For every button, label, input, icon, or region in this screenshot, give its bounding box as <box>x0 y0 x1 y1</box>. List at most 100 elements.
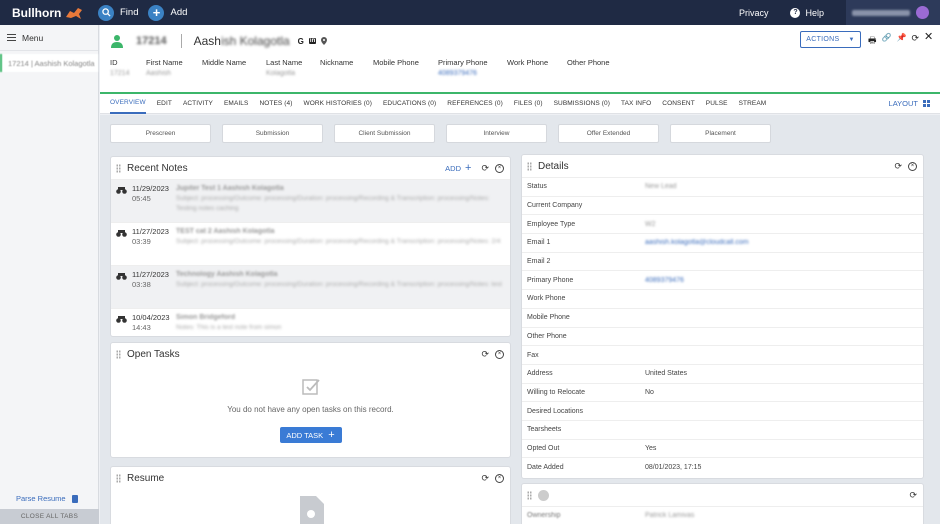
tab-edit[interactable]: EDIT <box>157 94 172 114</box>
binoculars-icon <box>116 187 127 194</box>
refresh-icon[interactable]: ⟳ <box>894 161 902 172</box>
tab-files[interactable]: FILES (0) <box>514 94 543 114</box>
details-card: Details ⟳ × Status New Lead Current Compan… <box>521 154 924 479</box>
list-item[interactable]: 11/27/2023 03:39 TEST cat 2 Aashish Kolag… <box>111 222 510 265</box>
print-icon[interactable]: 🖶 <box>868 33 877 49</box>
add-task-label: ADD TASK <box>286 430 324 440</box>
tab-tax-info[interactable]: TAX INFO <box>621 94 651 114</box>
plus-icon: + <box>465 162 472 174</box>
note-text: Notes: This is a test note from simon <box>176 324 282 331</box>
open-tasks-card: Open Tasks ⟳ × You do not have any open … <box>110 342 511 458</box>
no-tasks-message: You do not have any open tasks on this r… <box>227 405 394 414</box>
stage-client-submission[interactable]: Client Submission <box>334 124 435 143</box>
open-tasks-title: Open Tasks <box>127 348 180 360</box>
close-icon[interactable]: ✕ <box>924 32 933 49</box>
privacy-link[interactable]: Privacy <box>739 8 769 18</box>
add-task-button[interactable]: ADD TASK + <box>279 427 342 443</box>
user-menu[interactable] <box>846 0 940 25</box>
stage-submission[interactable]: Submission <box>222 124 323 143</box>
field-label: Middle Name <box>202 58 247 67</box>
pin-icon[interactable]: 📌 <box>896 33 906 49</box>
note-header: TEST cat 2 Aashish Kolagotla <box>176 228 275 235</box>
drag-handle-icon[interactable] <box>116 473 121 483</box>
primary-phone-link[interactable]: 4089379476 <box>438 70 507 77</box>
stage-placement[interactable]: Placement <box>670 124 771 143</box>
tab-references[interactable]: REFERENCES (0) <box>447 94 503 114</box>
ownership-card: ⟳ Ownership Patrick Lamivas <box>521 483 924 524</box>
tab-submissions[interactable]: SUBMISSIONS (0) <box>554 94 610 114</box>
tab-consent[interactable]: CONSENT <box>662 94 694 114</box>
detail-row: Employee Type W2 <box>522 214 923 233</box>
add-note-button[interactable]: ADD + <box>445 162 471 174</box>
detail-label: Email 1 <box>527 239 551 247</box>
close-all-tabs-button[interactable]: CLOSE ALL TABS <box>0 509 99 524</box>
add-label: Add <box>170 7 188 18</box>
refresh-icon[interactable]: ⟳ <box>481 163 489 174</box>
plus-icon: + <box>148 4 165 21</box>
location-pin-icon[interactable] <box>321 37 328 45</box>
google-icon[interactable]: G <box>298 37 304 46</box>
note-time: 03:38 <box>132 280 151 289</box>
linkedin-icon[interactable]: in <box>308 38 317 44</box>
help-button[interactable]: ? Help <box>790 7 824 18</box>
bullhorn-logo[interactable]: Bullhorn <box>0 5 98 21</box>
find-label: Find <box>120 7 139 18</box>
list-item[interactable]: 11/29/2023 05:45 Jupiter Test 1 Aashish K… <box>111 179 510 222</box>
detail-label: Other Phone <box>527 332 567 340</box>
note-date: 11/27/2023 <box>132 270 169 279</box>
drag-handle-icon[interactable] <box>116 349 121 359</box>
drag-handle-icon[interactable] <box>527 490 532 500</box>
add-button[interactable]: + Add <box>148 4 188 21</box>
bull-logo-icon <box>66 7 83 19</box>
refresh-icon[interactable]: ⟳ <box>911 33 919 49</box>
detail-row: Primary Phone 4089379476 <box>522 270 923 289</box>
drag-handle-icon[interactable] <box>527 161 532 171</box>
field-value: Kolagotla <box>266 70 296 77</box>
close-circle-icon[interactable]: × <box>908 161 917 171</box>
tab-work-histories[interactable]: WORK HISTORIES (0) <box>304 94 373 114</box>
field-value <box>320 70 373 77</box>
layout-button[interactable]: LAYOUT <box>889 99 930 108</box>
detail-label: Tearsheets <box>527 426 562 434</box>
record-tabs: OVERVIEW EDIT ACTIVITY EMAILS NOTES (4) … <box>100 94 940 114</box>
list-item[interactable]: 11/27/2023 03:38 Technology Aashish Kolag… <box>111 265 510 308</box>
field-value <box>567 70 627 77</box>
field-value <box>373 70 438 77</box>
tab-pulse[interactable]: PULSE <box>706 94 728 114</box>
drag-handle-icon[interactable] <box>116 163 121 173</box>
tab-activity[interactable]: ACTIVITY <box>183 94 213 114</box>
close-circle-icon[interactable]: × <box>495 163 504 173</box>
note-header: Jupiter Test 1 Aashish Kolagotla <box>176 185 284 192</box>
stage-prescreen[interactable]: Prescreen <box>110 124 211 143</box>
detail-value-link[interactable]: aashish.kolagotla@cloudcall.com <box>645 239 749 246</box>
detail-row: Work Phone <box>522 289 923 308</box>
refresh-icon[interactable]: ⟳ <box>481 349 489 360</box>
actions-dropdown[interactable]: ACTIONS ▼ <box>800 31 861 48</box>
tab-notes[interactable]: NOTES (4) <box>259 94 292 114</box>
close-circle-icon[interactable]: × <box>495 473 504 483</box>
field-label: Last Name <box>266 58 303 67</box>
refresh-icon[interactable]: ⟳ <box>909 490 917 501</box>
left-sidebar: Menu 17214 | Aashish Kolagotla Parse Res… <box>0 25 99 524</box>
stage-interview[interactable]: Interview <box>446 124 547 143</box>
parse-resume-link[interactable]: Parse Resume <box>16 494 78 503</box>
find-button[interactable]: Find <box>98 4 139 21</box>
record-name: Aashish Kolagotla <box>194 34 290 48</box>
link-icon[interactable]: 🔗 <box>882 33 892 49</box>
layout-label: LAYOUT <box>888 99 918 108</box>
tab-overview[interactable]: OVERVIEW <box>110 94 146 114</box>
detail-label: Willing to Relocate <box>527 388 585 396</box>
stage-offer-extended[interactable]: Offer Extended <box>558 124 659 143</box>
close-circle-icon[interactable]: × <box>495 349 504 359</box>
tab-emails[interactable]: EMAILS <box>224 94 248 114</box>
detail-value-link[interactable]: 4089379476 <box>645 277 684 284</box>
detail-row: Date Added 08/01/2023, 17:15 <box>522 457 923 476</box>
tab-stream[interactable]: STREAM <box>739 94 767 114</box>
tab-educations[interactable]: EDUCATIONS (0) <box>383 94 436 114</box>
checkbox-checked-icon <box>301 379 320 395</box>
sidebar-recent-record[interactable]: 17214 | Aashish Kolagotla <box>0 54 98 72</box>
menu-toggle[interactable]: Menu <box>0 25 98 51</box>
detail-label: Mobile Phone <box>527 314 570 322</box>
field-value <box>507 70 567 77</box>
refresh-icon[interactable]: ⟳ <box>481 473 489 484</box>
